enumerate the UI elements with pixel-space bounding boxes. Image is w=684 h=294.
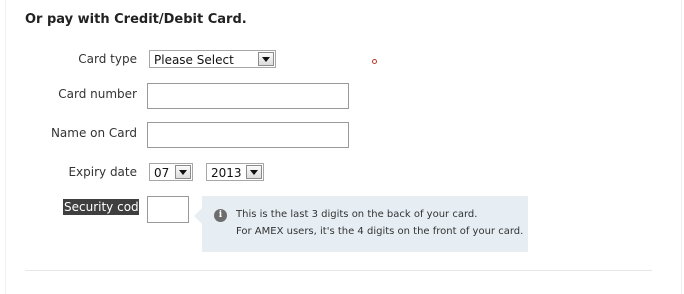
security-code-label: Security code bbox=[63, 199, 147, 215]
card-number-input[interactable] bbox=[147, 83, 349, 109]
dropdown-arrow-icon[interactable] bbox=[175, 165, 191, 179]
card-number-label: Card number bbox=[58, 87, 137, 101]
card-type-select[interactable]: Please Select bbox=[149, 50, 276, 68]
expiry-month-value: 07 bbox=[154, 166, 170, 180]
security-code-input[interactable] bbox=[147, 196, 189, 223]
tooltip-line-2: For AMEX users, it's the 4 digits on the… bbox=[236, 226, 524, 237]
expiry-date-label: Expiry date bbox=[68, 165, 137, 179]
name-on-card-input[interactable] bbox=[147, 122, 349, 148]
info-icon: i bbox=[214, 209, 227, 222]
expiry-year-value: 2013 bbox=[211, 166, 242, 180]
card-type-label: Card type bbox=[78, 52, 137, 66]
card-type-value: Please Select bbox=[154, 53, 234, 67]
name-on-card-label: Name on Card bbox=[50, 126, 137, 140]
section-heading: Or pay with Credit/Debit Card. bbox=[25, 12, 247, 27]
section-divider bbox=[25, 270, 652, 271]
required-indicator-icon bbox=[372, 59, 377, 64]
security-code-tooltip: i This is the last 3 digits on the back … bbox=[194, 196, 528, 252]
expiry-year-select[interactable]: 2013 bbox=[206, 163, 264, 181]
dropdown-arrow-icon[interactable] bbox=[258, 52, 274, 66]
dropdown-arrow-icon[interactable] bbox=[246, 165, 262, 179]
expiry-month-select[interactable]: 07 bbox=[149, 163, 193, 181]
tooltip-line-1: This is the last 3 digits on the back of… bbox=[236, 209, 478, 220]
